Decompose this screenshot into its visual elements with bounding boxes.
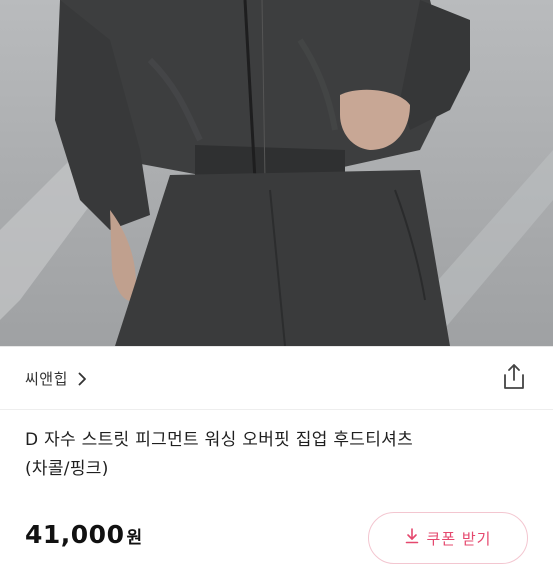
chevron-right-icon (78, 371, 87, 386)
product-photo-illustration (0, 0, 553, 346)
store-row: 씨앤힙 (0, 347, 553, 409)
product-title-line: (차콜/핑크) (25, 459, 109, 479)
store-link[interactable]: 씨앤힙 (25, 367, 87, 389)
product-image[interactable] (0, 0, 553, 346)
share-button[interactable] (501, 363, 527, 391)
product-title-line: D 자수 스트릿 피그먼트 워싱 오버핏 집업 후드티셔츠 (25, 430, 414, 450)
divider (0, 409, 553, 410)
store-name: 씨앤힙 (25, 369, 68, 388)
price-currency: 원 (126, 528, 143, 548)
share-icon (501, 364, 527, 395)
download-icon (405, 528, 419, 548)
coupon-button[interactable]: 쿠폰 받기 (368, 512, 528, 564)
product-title: D 자수 스트릿 피그먼트 워싱 오버핏 집업 후드티셔츠 (차콜/핑크) (25, 426, 525, 484)
price-amount: 41,000 (25, 520, 125, 549)
coupon-label: 쿠폰 받기 (426, 529, 492, 548)
product-price: 41,000 원 (25, 520, 142, 549)
